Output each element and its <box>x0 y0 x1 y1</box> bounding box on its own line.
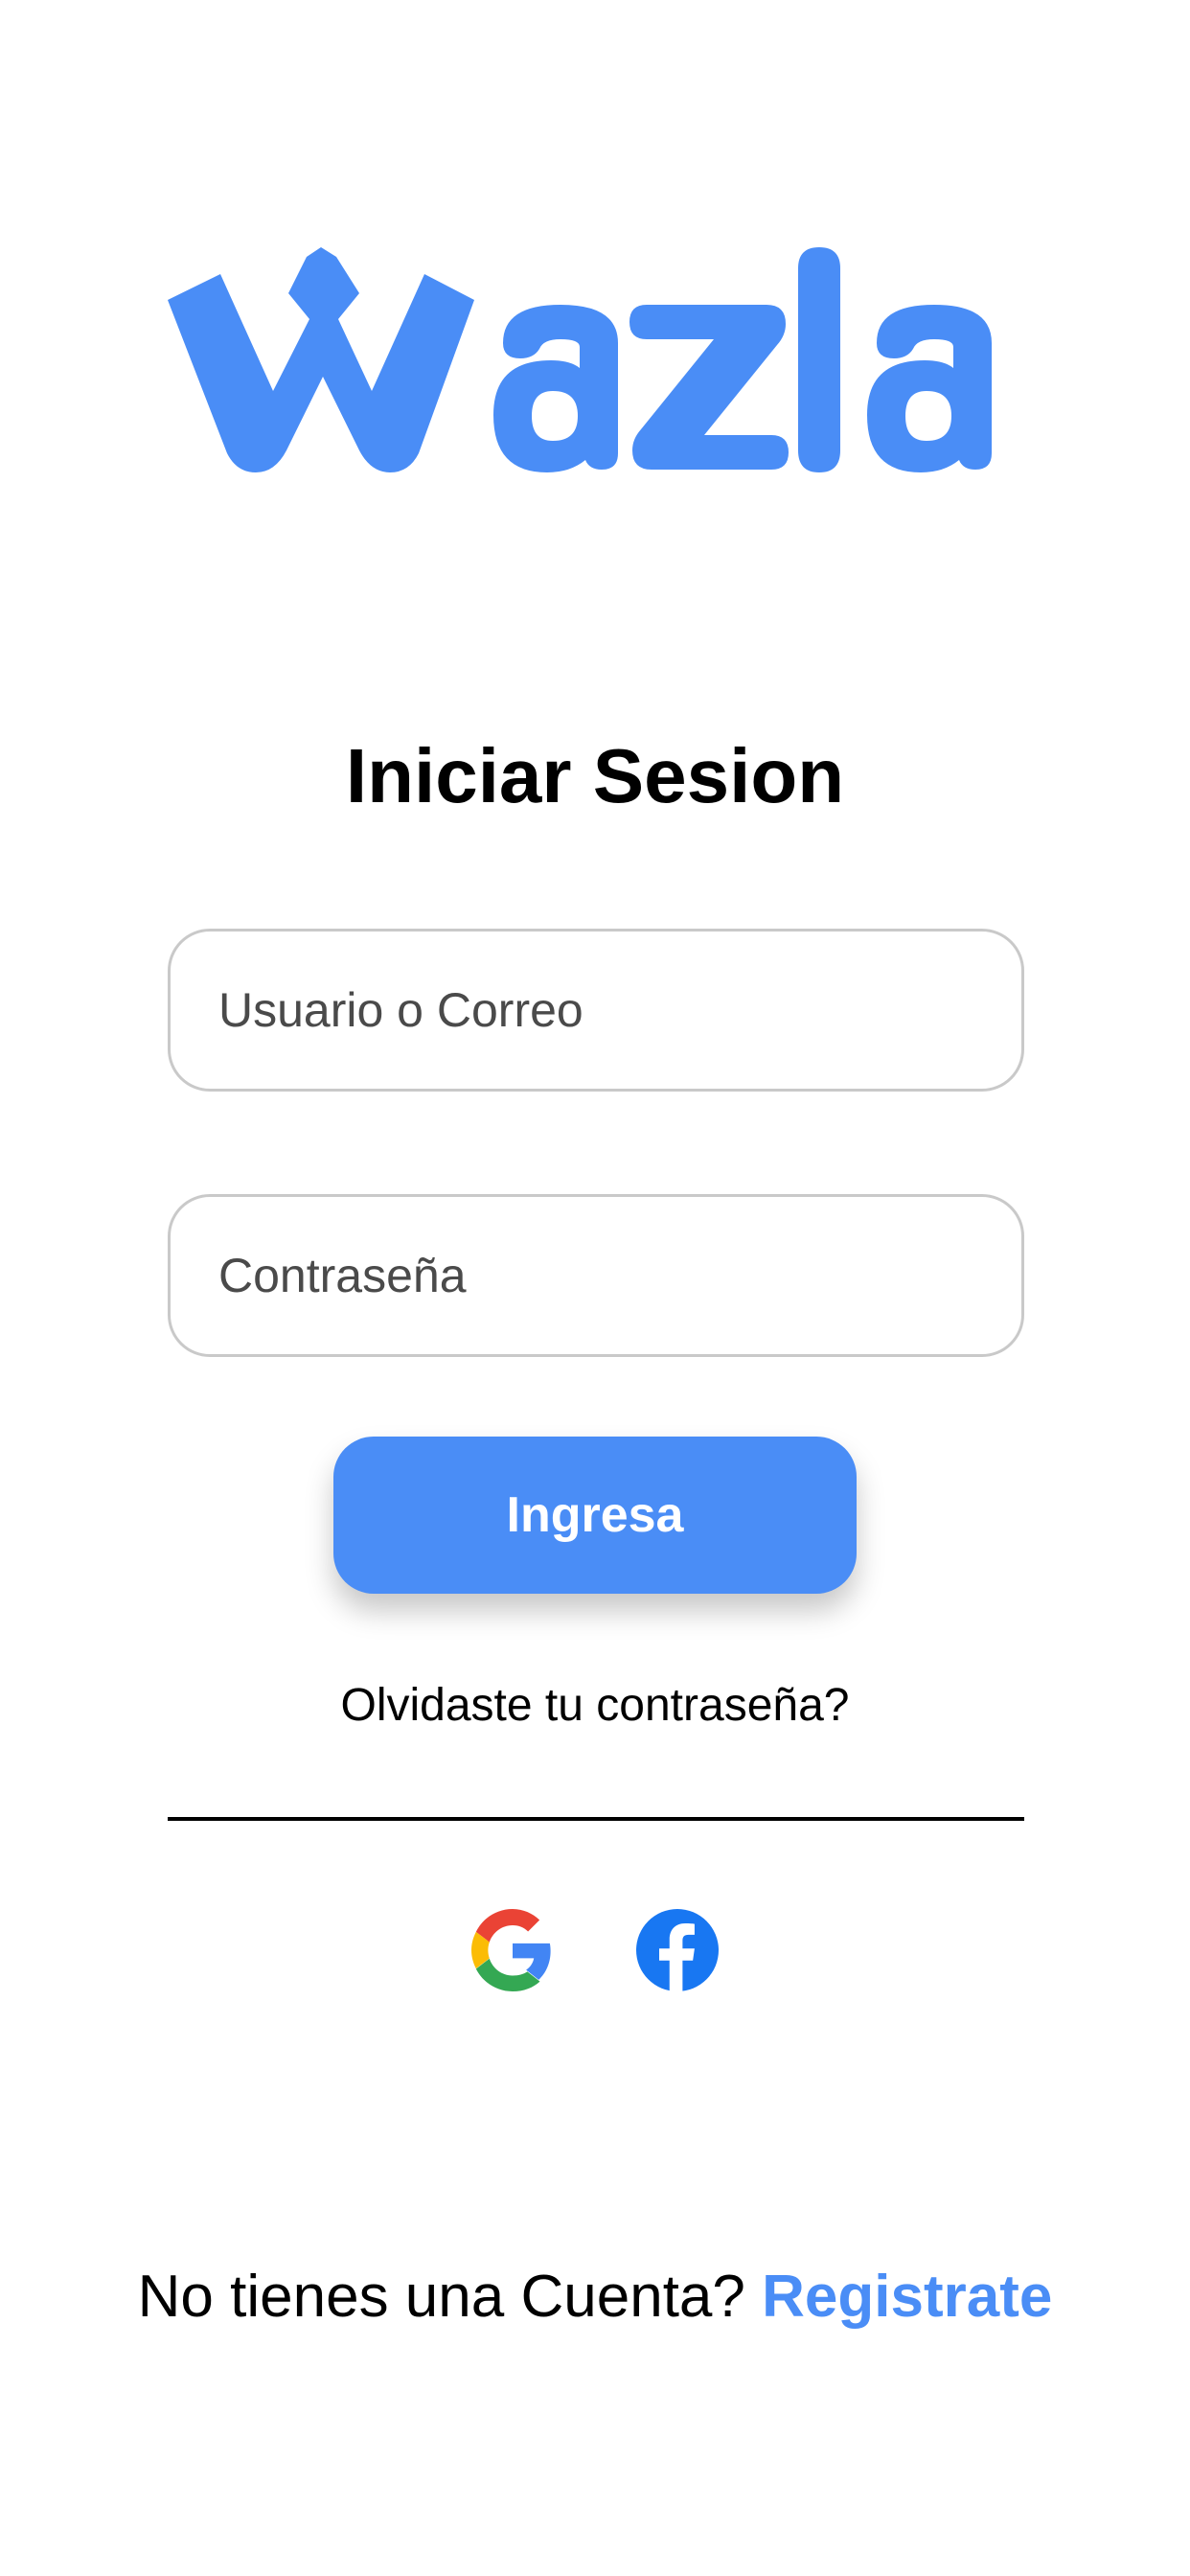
facebook-login-button[interactable] <box>636 1909 719 1991</box>
google-login-button[interactable] <box>471 1909 554 1991</box>
page-title: Iniciar Sesion <box>345 733 845 818</box>
login-button[interactable]: Ingresa <box>333 1437 857 1594</box>
brand-logo: Wazla <box>168 247 1025 472</box>
register-link[interactable]: Registrate <box>762 2264 1052 2330</box>
divider <box>168 1817 1024 1821</box>
password-field[interactable] <box>168 1194 1024 1357</box>
facebook-icon <box>636 1909 719 1991</box>
username-field[interactable] <box>168 929 1024 1092</box>
forgot-password-link[interactable]: Olvidaste tu contraseña? <box>0 1675 1190 1736</box>
wazla-logo-icon <box>168 247 992 472</box>
signup-row: No tienes una Cuenta? Registrate <box>0 2254 1190 2340</box>
signup-prompt: No tienes una Cuenta? <box>137 2264 745 2330</box>
google-icon <box>471 1909 551 1991</box>
username-input[interactable] <box>217 981 975 1039</box>
password-input[interactable] <box>217 1247 975 1304</box>
logo-text: Wazla <box>168 472 169 473</box>
